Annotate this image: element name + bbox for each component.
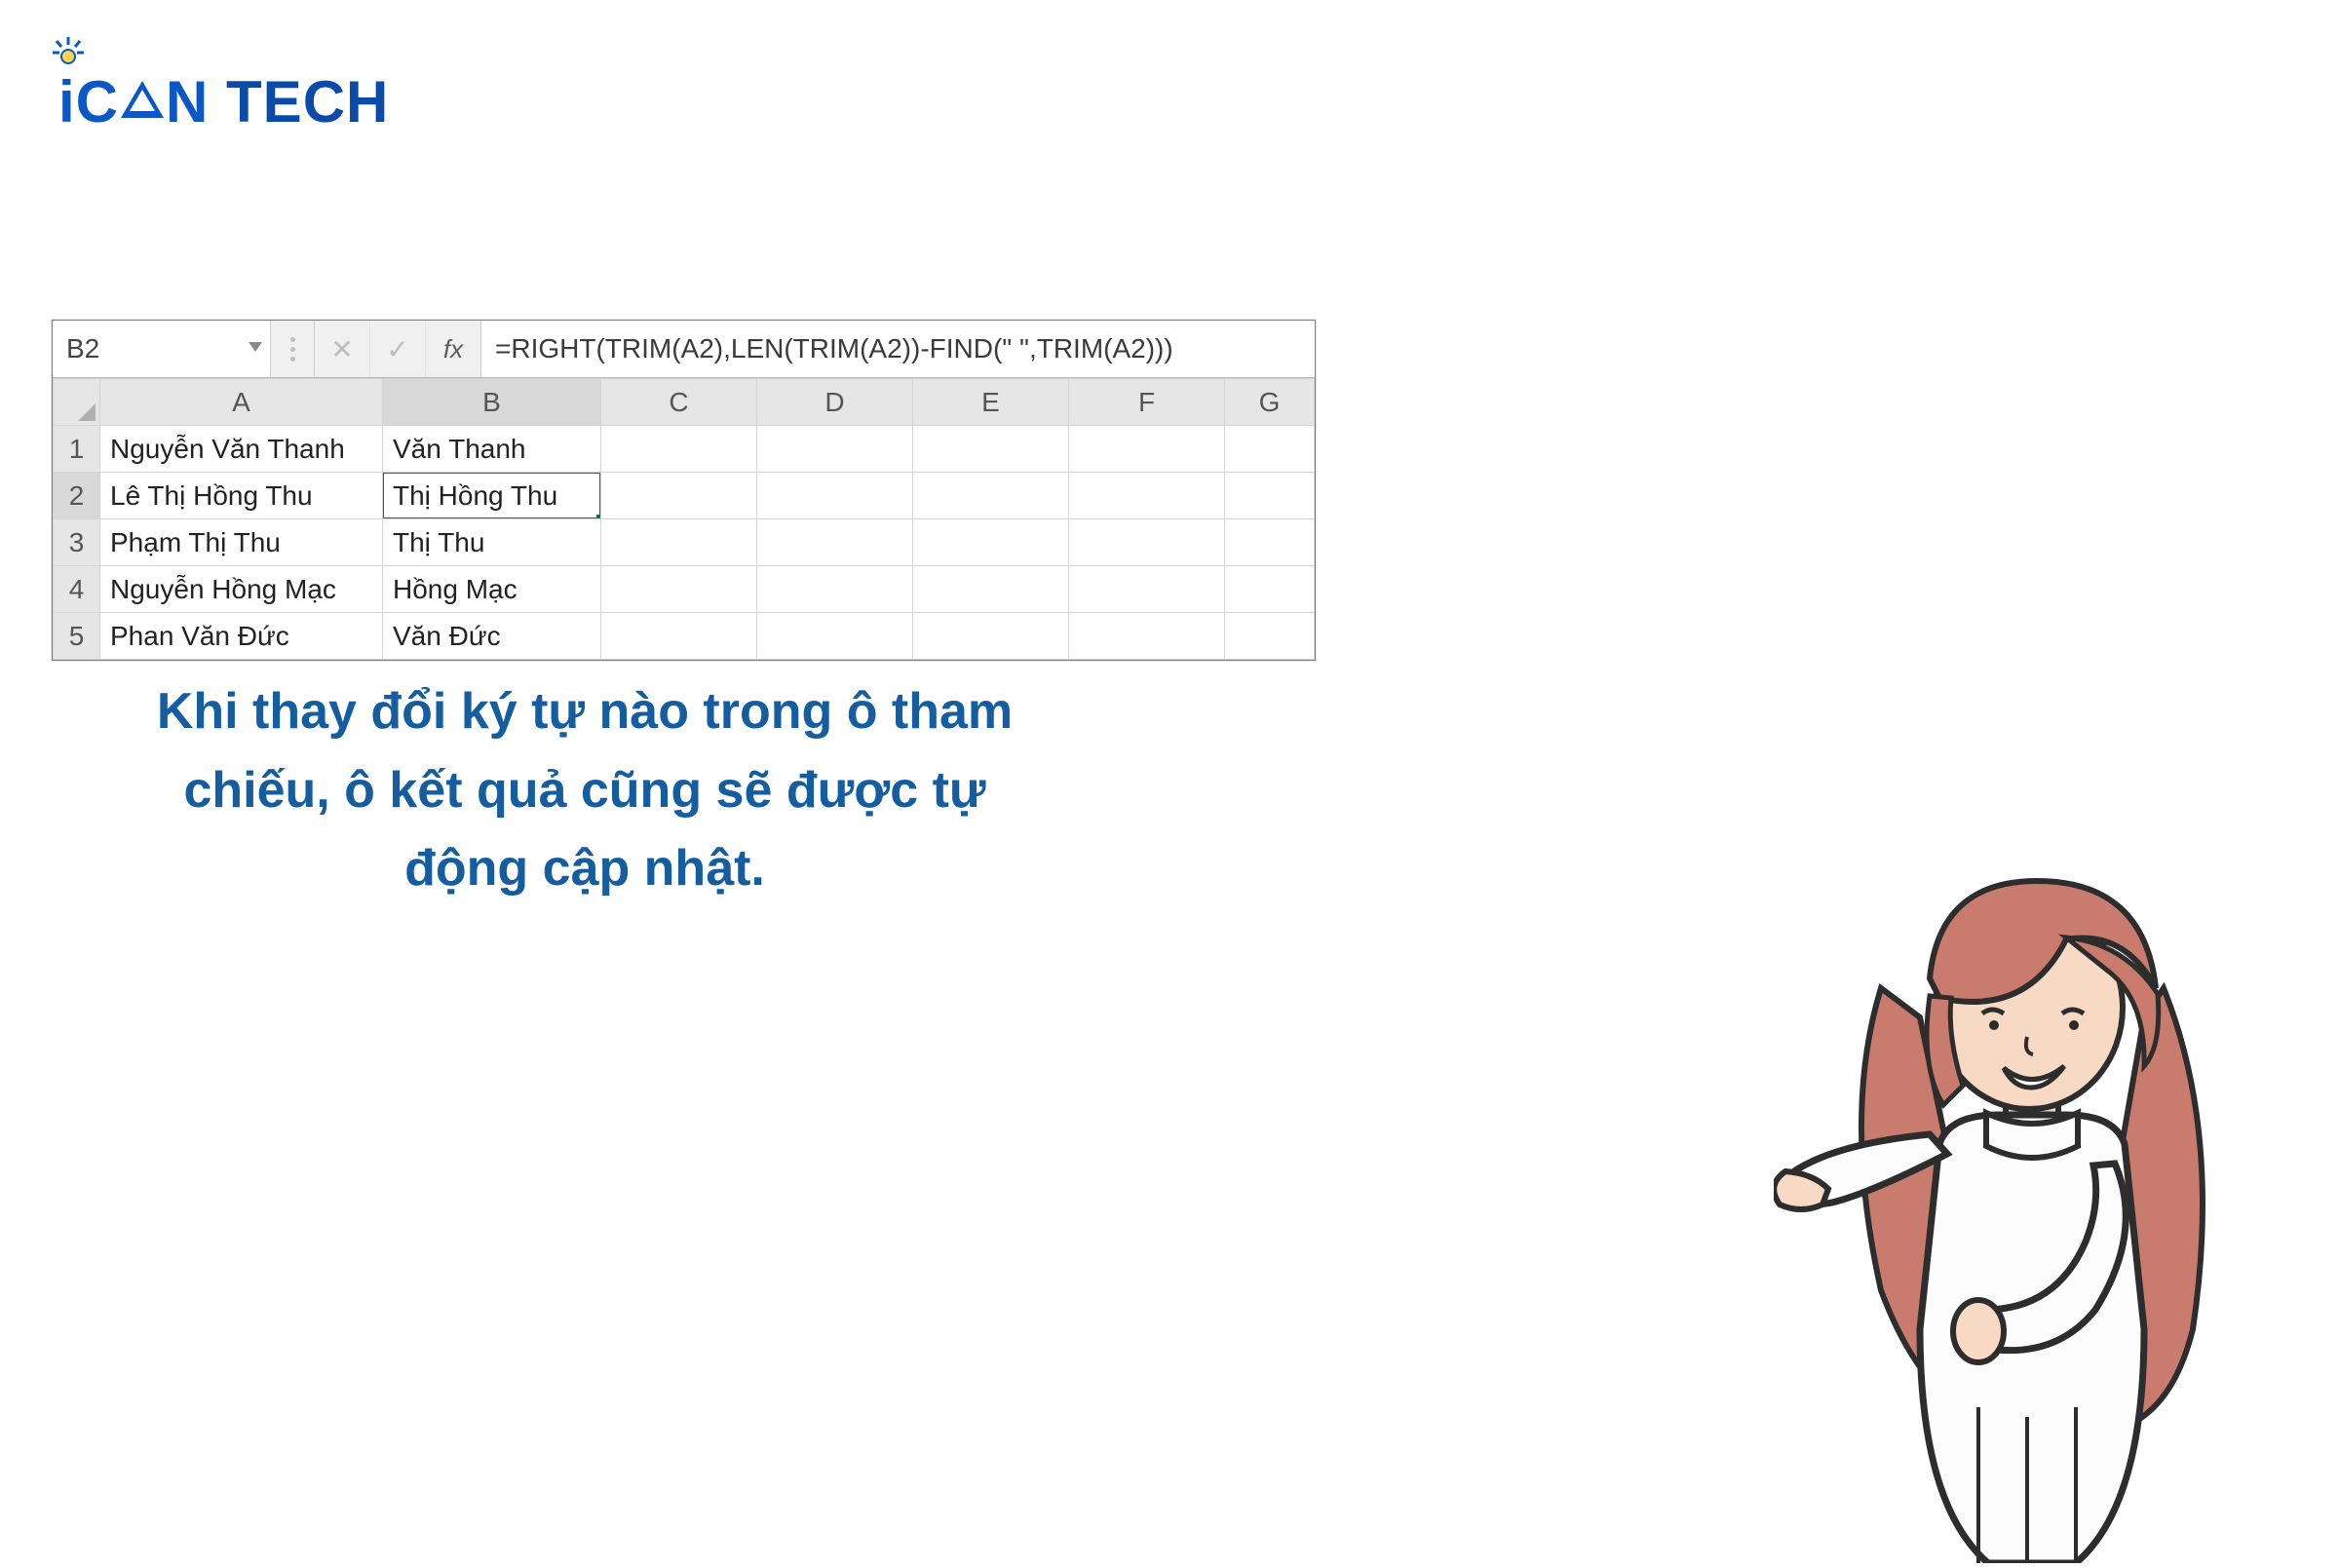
cell[interactable] — [1225, 473, 1315, 519]
cell[interactable]: Phạm Thị Thu — [100, 519, 383, 566]
cell[interactable] — [1225, 613, 1315, 660]
cancel-formula-button[interactable]: ✕ — [315, 321, 370, 377]
row-header[interactable]: 3 — [54, 519, 100, 566]
cell[interactable]: Lê Thị Hồng Thu — [100, 473, 383, 519]
cell[interactable] — [757, 473, 913, 519]
formula-bar: B2 ✕ ✓ fx =RIGHT(TRIM(A2),LEN(TRIM(A2))-… — [53, 321, 1315, 378]
selected-cell[interactable]: Thị Hồng Thu — [383, 473, 601, 519]
cell[interactable] — [1225, 426, 1315, 473]
cell[interactable] — [601, 566, 757, 613]
cell[interactable] — [601, 426, 757, 473]
name-box-value: B2 — [66, 333, 99, 364]
cell[interactable] — [1069, 473, 1225, 519]
col-header-f[interactable]: F — [1069, 379, 1225, 426]
cell[interactable]: Thị Thu — [383, 519, 601, 566]
cell[interactable] — [913, 426, 1069, 473]
cell[interactable] — [913, 613, 1069, 660]
logo-i: i — [58, 68, 76, 135]
cell[interactable] — [913, 519, 1069, 566]
logo-tech: TECH — [226, 69, 389, 134]
cell[interactable]: Hồng Mạc — [383, 566, 601, 613]
col-header-d[interactable]: D — [757, 379, 913, 426]
fill-handle[interactable] — [596, 515, 601, 519]
col-header-g[interactable]: G — [1225, 379, 1315, 426]
caption-text: Khi thay đổi ký tự nào trong ô tham chiế… — [117, 672, 1053, 908]
row-header[interactable]: 1 — [54, 426, 100, 473]
row-header[interactable]: 4 — [54, 566, 100, 613]
cell[interactable] — [1225, 566, 1315, 613]
table-row: 3 Phạm Thị Thu Thị Thu — [54, 519, 1315, 566]
formula-input[interactable]: =RIGHT(TRIM(A2),LEN(TRIM(A2))-FIND(" ",T… — [481, 321, 1315, 377]
cell[interactable] — [601, 473, 757, 519]
spreadsheet-grid[interactable]: A B C D E F G 1 Nguyễn Văn Thanh Văn Tha… — [53, 378, 1315, 660]
confirm-formula-button[interactable]: ✓ — [370, 321, 426, 377]
table-row: 4 Nguyễn Hồng Mạc Hồng Mạc — [54, 566, 1315, 613]
cell[interactable]: Nguyễn Văn Thanh — [100, 426, 383, 473]
name-box[interactable]: B2 — [53, 321, 271, 377]
cell[interactable]: Văn Thanh — [383, 426, 601, 473]
table-row: 5 Phan Văn Đức Văn Đức — [54, 613, 1315, 660]
col-header-c[interactable]: C — [601, 379, 757, 426]
lightbulb-icon — [51, 35, 86, 68]
column-header-row: A B C D E F G — [54, 379, 1315, 426]
cell[interactable] — [757, 519, 913, 566]
cell[interactable] — [1069, 566, 1225, 613]
table-row: 1 Nguyễn Văn Thanh Văn Thanh — [54, 426, 1315, 473]
cell[interactable] — [757, 566, 913, 613]
check-icon: ✓ — [386, 333, 408, 365]
cell[interactable]: Nguyễn Hồng Mạc — [100, 566, 383, 613]
x-icon: ✕ — [330, 333, 353, 365]
cell[interactable]: Văn Đức — [383, 613, 601, 660]
row-header[interactable]: 5 — [54, 613, 100, 660]
formula-text: =RIGHT(TRIM(A2),LEN(TRIM(A2))-FIND(" ",T… — [495, 333, 1173, 364]
cell[interactable] — [601, 519, 757, 566]
select-all-corner[interactable] — [54, 379, 100, 426]
spreadsheet-window: B2 ✕ ✓ fx =RIGHT(TRIM(A2),LEN(TRIM(A2))-… — [52, 320, 1316, 661]
cell[interactable] — [913, 473, 1069, 519]
cell[interactable] — [1069, 426, 1225, 473]
col-header-a[interactable]: A — [100, 379, 383, 426]
cell[interactable] — [1069, 613, 1225, 660]
brand-logo: i CN TECH — [58, 68, 389, 135]
cell[interactable]: Phan Văn Đức — [100, 613, 383, 660]
chevron-down-icon[interactable] — [249, 342, 262, 352]
col-header-b[interactable]: B — [383, 379, 601, 426]
cell[interactable] — [1069, 519, 1225, 566]
fx-button[interactable]: fx — [426, 321, 481, 377]
row-header[interactable]: 2 — [54, 473, 100, 519]
formula-bar-divider — [271, 321, 315, 377]
cell[interactable] — [1225, 519, 1315, 566]
character-illustration — [1774, 822, 2281, 1568]
logo-can: CN — [76, 69, 210, 134]
cell[interactable] — [757, 426, 913, 473]
cell[interactable] — [913, 566, 1069, 613]
fx-label: fx — [443, 334, 463, 364]
col-header-e[interactable]: E — [913, 379, 1069, 426]
cell[interactable] — [757, 613, 913, 660]
table-row: 2 Lê Thị Hồng Thu Thị Hồng Thu — [54, 473, 1315, 519]
cell[interactable] — [601, 613, 757, 660]
